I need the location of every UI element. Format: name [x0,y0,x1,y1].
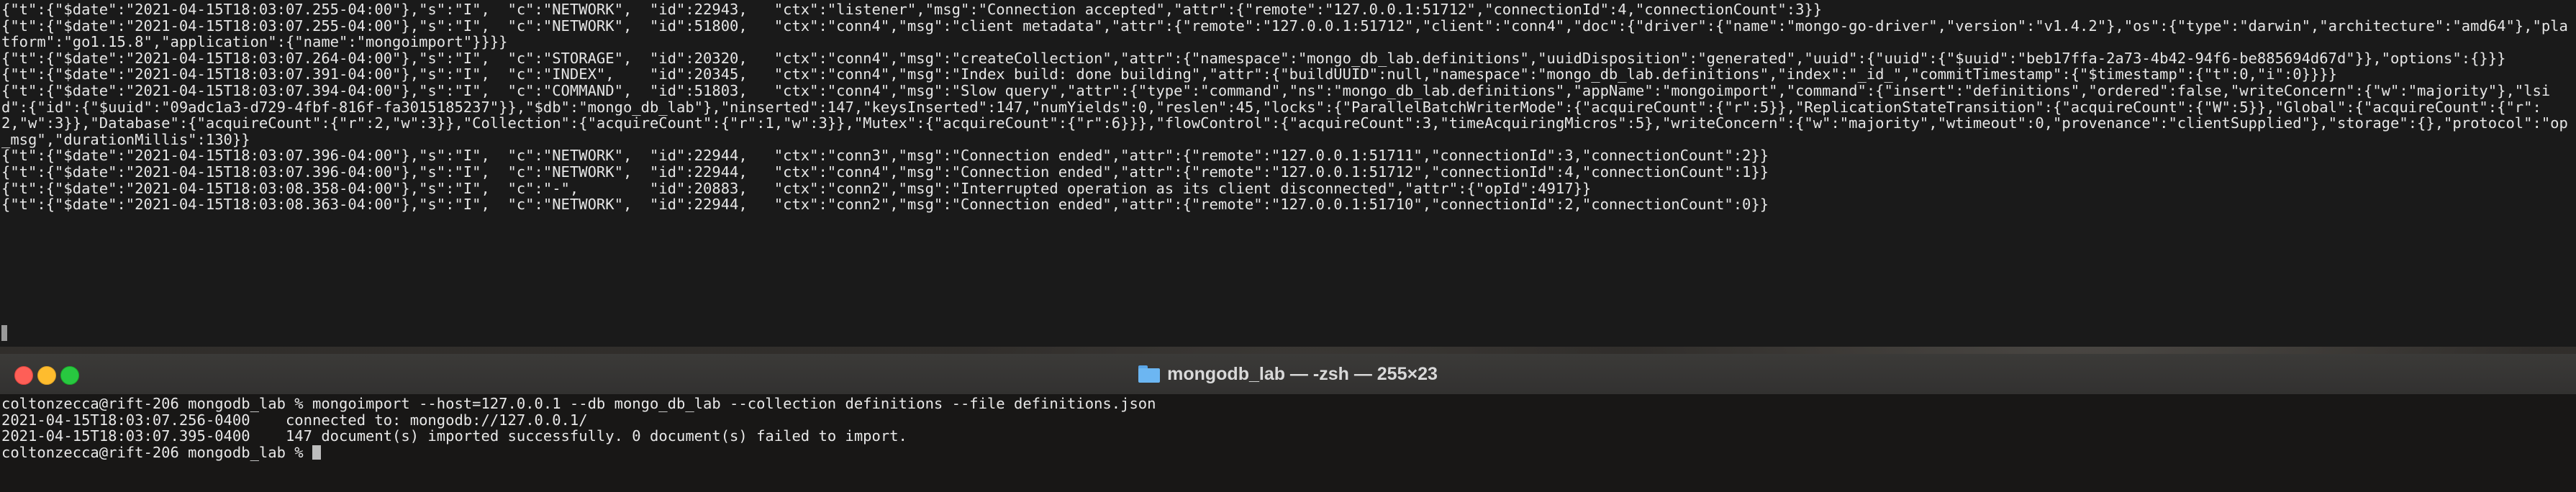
log-line: {"t":{"$date":"2021-04-15T18:03:08.363-0… [1,196,1769,214]
log-line: {"t":{"$date":"2021-04-15T18:03:08.358-0… [1,179,1592,197]
log-line: {"t":{"$date":"2021-04-15T18:03:07.396-0… [1,147,1769,165]
window-title-group: mongodb_lab — -zsh — 255×23 [0,354,2576,394]
log-line: {"t":{"$date":"2021-04-15T18:03:07.391-0… [1,65,2337,83]
output-line: 2021-04-15T18:03:07.256-0400 connected t… [1,411,588,429]
log-line: {"t":{"$date":"2021-04-15T18:03:07.255-0… [1,17,2568,51]
window-titlebar[interactable]: mongodb_lab — -zsh — 255×23 [0,354,2576,395]
background-terminal-window[interactable]: {"t":{"$date":"2021-04-15T18:03:07.255-0… [0,0,2576,347]
folder-icon [1138,365,1161,383]
terminal-output: coltonzecca@rift-206 mongodb_lab % mongo… [0,394,2576,460]
command-line: coltonzecca@rift-206 mongodb_lab % mongo… [1,395,1156,412]
log-line: {"t":{"$date":"2021-04-15T18:03:07.396-0… [1,163,1769,181]
log-line: {"t":{"$date":"2021-04-15T18:03:07.264-0… [1,49,2506,67]
log-line: {"t":{"$date":"2021-04-15T18:03:07.255-0… [1,1,1823,18]
shell-prompt: coltonzecca@rift-206 mongodb_lab % [1,443,312,461]
window-title: mongodb_lab — -zsh — 255×23 [1167,363,1438,384]
log-line: {"t":{"$date":"2021-04-15T18:03:07.394-0… [1,81,2568,148]
inactive-cursor [1,325,7,341]
terminal-content[interactable]: coltonzecca@rift-206 mongodb_lab % mongo… [0,394,2576,492]
server-log-output: {"t":{"$date":"2021-04-15T18:03:07.255-0… [0,0,2575,213]
text-cursor [312,445,321,460]
terminal-window[interactable]: mongodb_lab — -zsh — 255×23 coltonzecca@… [0,354,2576,492]
output-line: 2021-04-15T18:03:07.395-0400 147 documen… [1,427,907,445]
